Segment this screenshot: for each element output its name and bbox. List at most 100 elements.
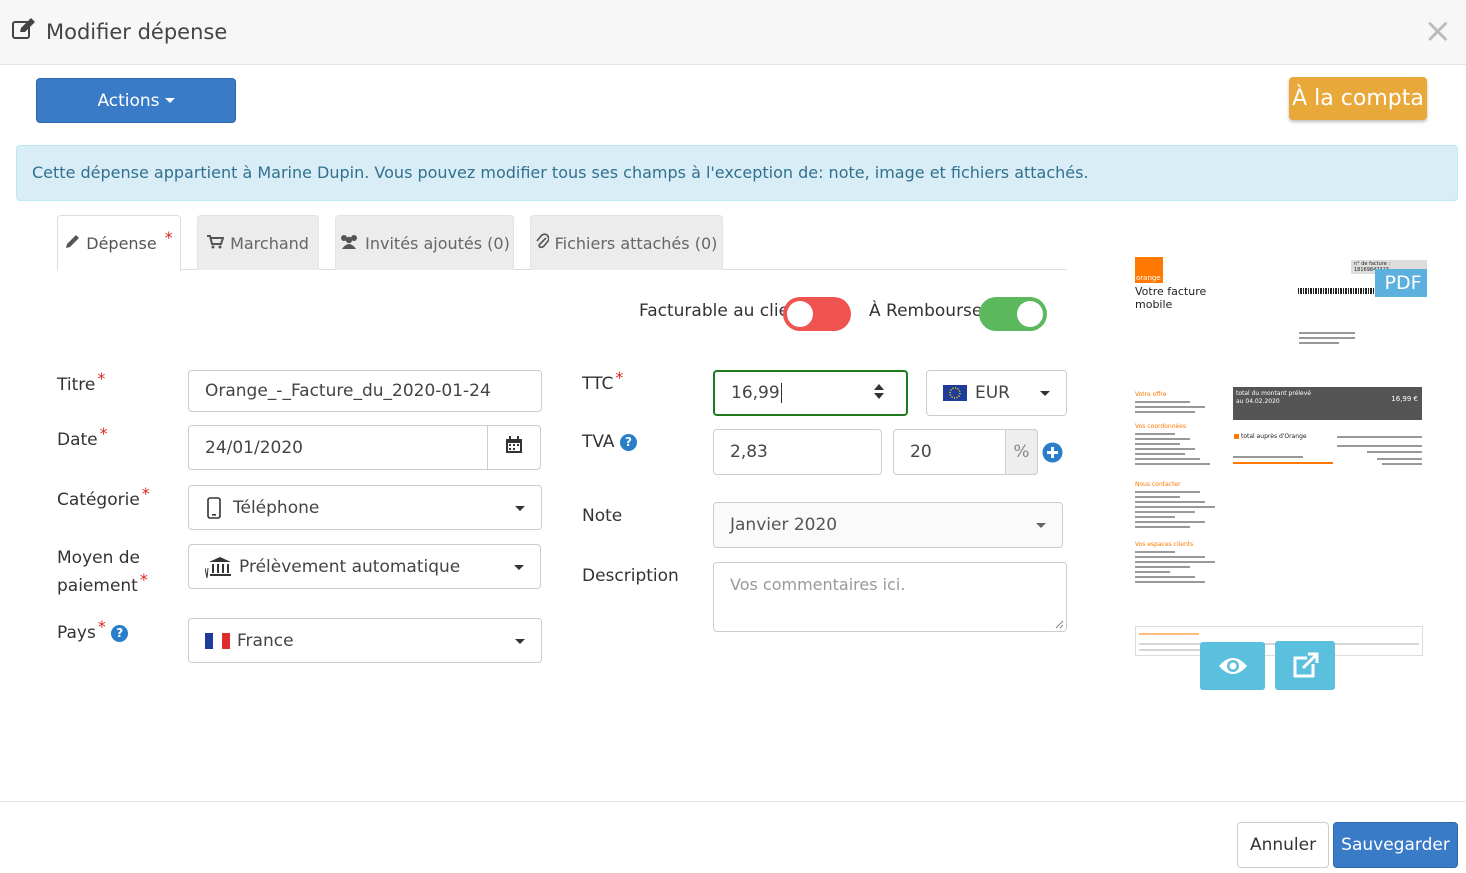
chevron-down-icon [1040, 391, 1050, 396]
save-button[interactable]: Sauvegarder [1333, 822, 1458, 868]
close-button[interactable]: × [1424, 14, 1453, 48]
text-line [1337, 436, 1422, 438]
categorie-select[interactable]: Téléphone [188, 485, 542, 530]
tab-invites-label: Invités ajoutés (0) [365, 233, 510, 253]
text-line [1367, 451, 1422, 453]
ttc-label: TTC * [582, 368, 624, 394]
text-line [1135, 448, 1195, 450]
categorie-value: Téléphone [233, 497, 320, 518]
chevron-down-icon [1036, 523, 1046, 528]
categorie-label: Catégorie * [57, 484, 150, 510]
facturable-toggle[interactable] [783, 297, 851, 331]
tab-depense[interactable]: Dépense * [57, 215, 181, 271]
rembourser-toggle[interactable] [979, 297, 1047, 331]
actions-label: Actions [97, 90, 160, 111]
text-line [1135, 506, 1215, 508]
text-line [1135, 496, 1180, 498]
doc-title-line1: Votre facture [1135, 285, 1207, 298]
add-tva-button[interactable] [1042, 442, 1063, 463]
text-line [1135, 411, 1195, 413]
send-to-accounting-button[interactable]: À la compta [1289, 77, 1427, 120]
resize-handle-icon[interactable] [1054, 619, 1064, 629]
facturable-label: Facturable au client [639, 301, 807, 321]
toggle-knob [787, 301, 813, 327]
titre-label: Titre * [57, 369, 106, 395]
cancel-button[interactable]: Annuler [1237, 822, 1329, 868]
text-line [1135, 501, 1205, 503]
titre-input[interactable]: Orange_-_Facture_du_2020-01-24 [188, 370, 542, 412]
eye-icon [1218, 656, 1248, 676]
text-line [1135, 458, 1200, 460]
text-line [1135, 556, 1205, 558]
text-line [1377, 458, 1422, 460]
text-line [1135, 443, 1180, 445]
tab-fichiers[interactable]: Fichiers attachés (0) [530, 215, 723, 270]
text-line [1135, 576, 1195, 578]
tab-depense-label: Dépense [86, 234, 157, 253]
currency-value: EUR [975, 383, 1010, 403]
tab-marchand-label: Marchand [230, 233, 309, 253]
text-line [1135, 581, 1205, 583]
text-line [1135, 516, 1175, 518]
text-line [1135, 526, 1190, 528]
address-line [1299, 332, 1355, 334]
open-external-button[interactable] [1275, 641, 1335, 690]
date-input[interactable]: 24/01/2020 [188, 425, 488, 470]
modal-title-text: Modifier dépense [46, 19, 228, 44]
tab-marchand[interactable]: Marchand [197, 215, 319, 270]
help-icon[interactable]: ? [111, 624, 129, 642]
pays-label: Pays * ? [57, 617, 129, 647]
eu-flag-icon [943, 385, 967, 401]
text-line [1139, 633, 1199, 635]
section-coordonnees: Vos coordonnées [1135, 423, 1186, 430]
plus-circle-icon [1042, 442, 1063, 463]
modal-header: Modifier dépense × [0, 0, 1466, 65]
tva-rate-input[interactable]: 20 [893, 429, 1007, 475]
tva-amount-input[interactable]: 2,83 [713, 429, 882, 475]
view-document-button[interactable] [1200, 642, 1265, 690]
footer-divider [0, 801, 1466, 802]
text-line [1135, 438, 1190, 440]
ttc-input[interactable]: 16,99 [713, 370, 908, 416]
external-link-icon [1291, 652, 1319, 680]
text-line [1135, 463, 1210, 465]
tab-invites[interactable]: Invités ajoutés (0) [335, 215, 514, 270]
info-alert: Cette dépense appartient à Marine Dupin.… [16, 145, 1458, 201]
text-line [1135, 551, 1175, 553]
ttc-value: 16,99 [731, 383, 780, 403]
actions-dropdown-button[interactable]: Actions [36, 78, 236, 123]
text-line [1135, 566, 1190, 568]
description-textarea[interactable]: Vos commentaires ici. [713, 562, 1067, 632]
caret-down-icon [164, 98, 175, 103]
section-espaces: Vos espaces clients [1135, 541, 1194, 548]
amount-box: total du montant prélevé au 04.02.2020 1… [1233, 387, 1422, 420]
description-label: Description [582, 566, 679, 586]
moyen-paiement-select[interactable]: Prélèvement automatique [188, 544, 541, 589]
invoice-preview: orange Votre facture mobile n° de factur… [1127, 250, 1427, 710]
help-icon[interactable]: ? [619, 433, 637, 451]
edit-icon [12, 18, 36, 45]
text-line [1135, 401, 1190, 403]
required-mark: * [164, 228, 173, 247]
text-line [1135, 571, 1170, 573]
note-select[interactable]: Janvier 2020 [713, 502, 1063, 548]
text-line [1337, 445, 1422, 447]
barcode [1298, 288, 1375, 294]
number-spinner[interactable] [874, 384, 884, 399]
link-line [1233, 462, 1333, 464]
pays-value: France [237, 630, 294, 651]
address-line [1299, 337, 1355, 339]
text-line [1382, 463, 1422, 465]
moyen-paiement-label: Moyen de paiement * [57, 548, 148, 596]
currency-select[interactable]: EUR [926, 370, 1067, 416]
calendar-icon [505, 436, 523, 459]
calendar-button[interactable] [487, 425, 541, 470]
phone-icon [207, 496, 221, 519]
total-orange: total auprès d'Orange [1241, 433, 1307, 440]
note-value: Janvier 2020 [730, 515, 838, 535]
orange-logo: orange [1135, 257, 1163, 283]
text-line [1135, 561, 1215, 563]
france-flag-icon [205, 632, 230, 649]
pays-select[interactable]: France [188, 618, 542, 663]
pdf-badge: PDF [1375, 269, 1427, 297]
